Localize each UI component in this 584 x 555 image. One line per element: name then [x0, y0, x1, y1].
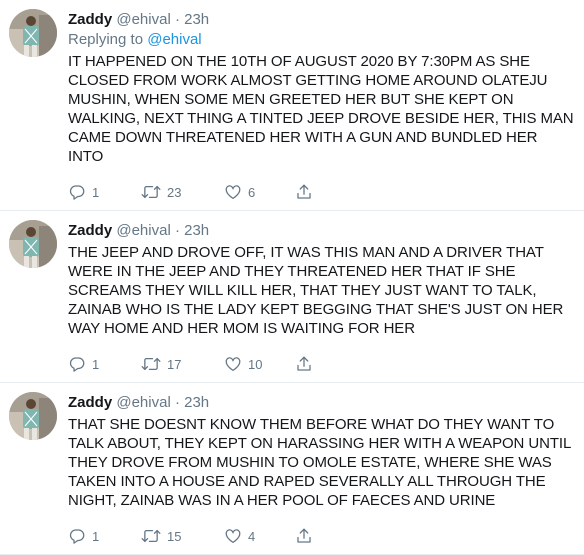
author-name[interactable]: Zaddy [68, 11, 112, 28]
reply-icon [68, 183, 86, 201]
retweet-icon [141, 355, 161, 373]
reply-button[interactable]: 1 [68, 183, 141, 201]
share-icon [295, 355, 313, 373]
retweet-button[interactable]: 17 [141, 355, 224, 373]
tweet-actions: 1 23 6 [68, 174, 576, 210]
tweet-text: THE JEEP AND DROVE OFF, IT WAS THIS MAN … [68, 244, 564, 337]
share-button[interactable] [295, 183, 313, 201]
tweet-text: THAT SHE DOESNT KNOW THEM BEFORE WHAT DO… [68, 416, 571, 509]
retweet-button[interactable]: 23 [141, 183, 224, 201]
mention-link[interactable]: @ehival [147, 31, 201, 48]
replying-to-label: Replying to [68, 31, 148, 48]
like-button[interactable]: 4 [224, 527, 295, 545]
avatar[interactable] [9, 220, 57, 268]
reply-count: 1 [92, 356, 100, 372]
tweet-text: IT HAPPENED ON THE 10TH OF AUGUST 2020 B… [68, 53, 574, 165]
heart-icon [224, 183, 242, 201]
separator-dot: · [174, 11, 180, 28]
tweet[interactable]: Zaddy @ehival · 23h THAT SHE DOESNT KNOW… [0, 383, 584, 555]
reply-icon [68, 355, 86, 373]
avatar[interactable] [9, 392, 57, 440]
tweet-header: Zaddy @ehival · 23h [68, 393, 576, 413]
like-button[interactable]: 10 [224, 355, 295, 373]
author-handle[interactable]: @ehival [116, 222, 170, 239]
avatar[interactable] [9, 9, 57, 57]
retweet-button[interactable]: 15 [141, 527, 224, 545]
timestamp[interactable]: 23h [184, 222, 209, 239]
separator-dot: · [174, 394, 180, 411]
separator-dot: · [174, 222, 180, 239]
like-count: 6 [248, 184, 256, 200]
tweet-actions: 1 17 10 [68, 346, 576, 382]
reply-count: 1 [92, 528, 100, 544]
reply-count: 1 [92, 184, 100, 200]
share-icon [295, 527, 313, 545]
share-icon [295, 183, 313, 201]
share-button[interactable] [295, 355, 313, 373]
heart-icon [224, 527, 242, 545]
tweet-header: Zaddy @ehival · 23h [68, 221, 576, 241]
author-name[interactable]: Zaddy [68, 394, 112, 411]
retweet-count: 17 [167, 356, 182, 372]
like-count: 4 [248, 528, 256, 544]
reply-button[interactable]: 1 [68, 355, 141, 373]
author-handle[interactable]: @ehival [116, 11, 170, 28]
tweet[interactable]: Zaddy @ehival · 23h THE JEEP AND DROVE O… [0, 211, 584, 383]
reply-icon [68, 527, 86, 545]
heart-icon [224, 355, 242, 373]
replying-to: Replying to @ehival [68, 30, 576, 50]
reply-button[interactable]: 1 [68, 527, 141, 545]
tweet-actions: 1 15 4 [68, 518, 576, 554]
tweet-header: Zaddy @ehival · 23h [68, 10, 576, 30]
tweet[interactable]: Zaddy @ehival · 23h Replying to @ehival … [0, 0, 584, 211]
timestamp[interactable]: 23h [184, 394, 209, 411]
retweet-icon [141, 527, 161, 545]
author-handle[interactable]: @ehival [116, 394, 170, 411]
author-name[interactable]: Zaddy [68, 222, 112, 239]
like-button[interactable]: 6 [224, 183, 295, 201]
timestamp[interactable]: 23h [184, 11, 209, 28]
retweet-count: 23 [167, 184, 182, 200]
retweet-count: 15 [167, 528, 182, 544]
like-count: 10 [248, 356, 263, 372]
share-button[interactable] [295, 527, 313, 545]
retweet-icon [141, 183, 161, 201]
